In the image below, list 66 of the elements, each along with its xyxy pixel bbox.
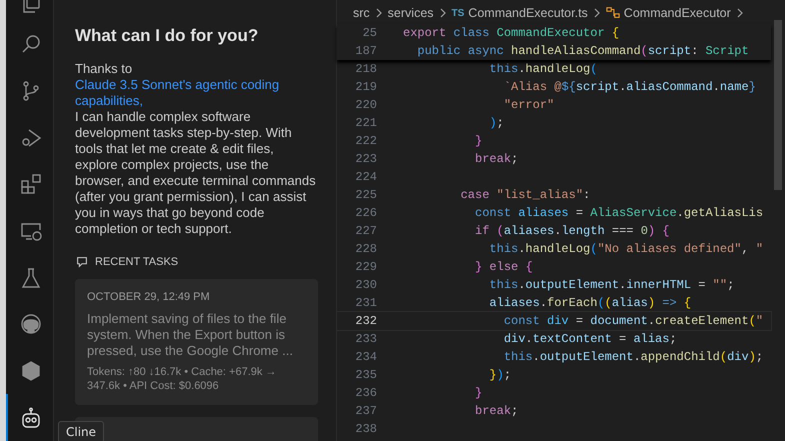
line-number: 187: [354, 43, 377, 60]
line-number: 226: [354, 205, 377, 222]
code-line: this.outputElement.innerHTML = "";: [488, 277, 734, 294]
code-line: if (aliases.length === 0) {: [474, 223, 670, 240]
chevron-icon: [736, 7, 744, 19]
chevron-icon: [592, 7, 601, 19]
line-number: 218: [354, 61, 377, 78]
line-number: 231: [354, 295, 377, 312]
line-number: 237: [354, 403, 377, 420]
code-line: } else {: [474, 259, 533, 276]
code-line: aliases.forEach((alias) => {: [488, 295, 692, 312]
intro-paragraph: Thanks to Claude 3.5 Sonnet's agentic coding capabilities, I can handle complex software development tasks step-by-step. With tools that let me create & edit files, explore complex projects, use the browser, and execute terminal commands (after you grant permission), I can assist you in ways that go beyond code completion or tech support.: [75, 61, 318, 237]
code-line: }: [474, 385, 482, 402]
code-line: export class CommandExecutor {: [403, 25, 620, 42]
line-number: 236: [354, 385, 377, 402]
scrollbar[interactable]: [774, 20, 782, 190]
task-description: Implement saving of files to the file system. When the Export button is pressed, use the Google Chrome ...: [87, 311, 294, 359]
code-line: case "list_alias":: [460, 187, 590, 204]
line-number: 223: [354, 151, 377, 168]
line-number: 220: [354, 97, 377, 114]
chevron-icon: [374, 7, 383, 19]
line-number: 221: [354, 115, 377, 132]
class-icon: [606, 6, 620, 20]
line-number: 219: [354, 79, 377, 96]
line-number: 238: [354, 421, 377, 438]
code-line: const aliases = AliasService.getAliasLis: [474, 205, 764, 222]
line-number: 230: [354, 277, 377, 294]
model-link[interactable]: Claude 3.5 Sonnet's agentic coding capabilities,: [75, 77, 318, 109]
code-line: });: [488, 367, 512, 384]
panel-heading: What can I do for you?: [75, 26, 260, 46]
breadcrumb-item[interactable]: CommandExecutor: [606, 6, 731, 20]
breadcrumb-item[interactable]: services: [388, 6, 434, 20]
breadcrumb-item[interactable]: TS CommandExecutor.ts: [452, 6, 588, 20]
line-number: 234: [354, 349, 377, 366]
line-number: 233: [354, 331, 377, 348]
line-number: 224: [354, 169, 377, 186]
line-number: 25: [362, 25, 377, 42]
section-label: RECENT TASKS: [95, 256, 178, 268]
code-line: this.outputElement.appendChild(div);: [502, 349, 764, 366]
code-line: }: [474, 133, 482, 150]
code-line: public async handleAliasCommand(script: Script: [416, 43, 749, 60]
breadcrumb-item[interactable]: src: [353, 6, 370, 20]
code-line: break;: [474, 403, 518, 420]
code-line: `Alias @${script.aliasCommand.name}: [502, 79, 756, 96]
code-line: this.handleLog("No aliases defined", ": [488, 241, 764, 258]
cat-circle-icon: [18, 312, 42, 336]
tooltip: Cline: [58, 421, 104, 441]
code-line: "error": [502, 97, 554, 114]
line-number: 235: [354, 367, 377, 384]
task-tokens: Tokens: ↑80 ↓16.7k • Cache: +67.9k → 347.6k • API Cost: $0.6096: [87, 365, 278, 393]
line-number: 232: [354, 313, 377, 330]
line-number: 229: [354, 259, 377, 276]
code-line: break;: [474, 151, 518, 168]
task-card[interactable]: OCTOBER 29, 12:49 PM Implement saving of files to the file system. When the Export button is pressed, use the Google Chrome ... Tokens: ↑80 ↓16.7k • Cache: +67.9k → 347.6k • API Cost: $0.6096: [75, 279, 318, 405]
code-line: this.handleLog(: [488, 61, 598, 78]
blocks-icon: [18, 172, 42, 196]
line-number: 227: [354, 223, 377, 240]
chat-history-icon: [75, 255, 89, 269]
code-line: div.textContent = alias;: [502, 331, 677, 348]
line-number: 222: [354, 133, 377, 150]
chevron-icon: [438, 7, 447, 19]
task-date: OCTOBER 29, 12:49 PM: [87, 291, 211, 303]
line-number: 228: [354, 241, 377, 258]
code-line: );: [488, 115, 504, 132]
code-line: const div = document.createElement(": [502, 313, 764, 330]
line-number: 225: [354, 187, 377, 204]
